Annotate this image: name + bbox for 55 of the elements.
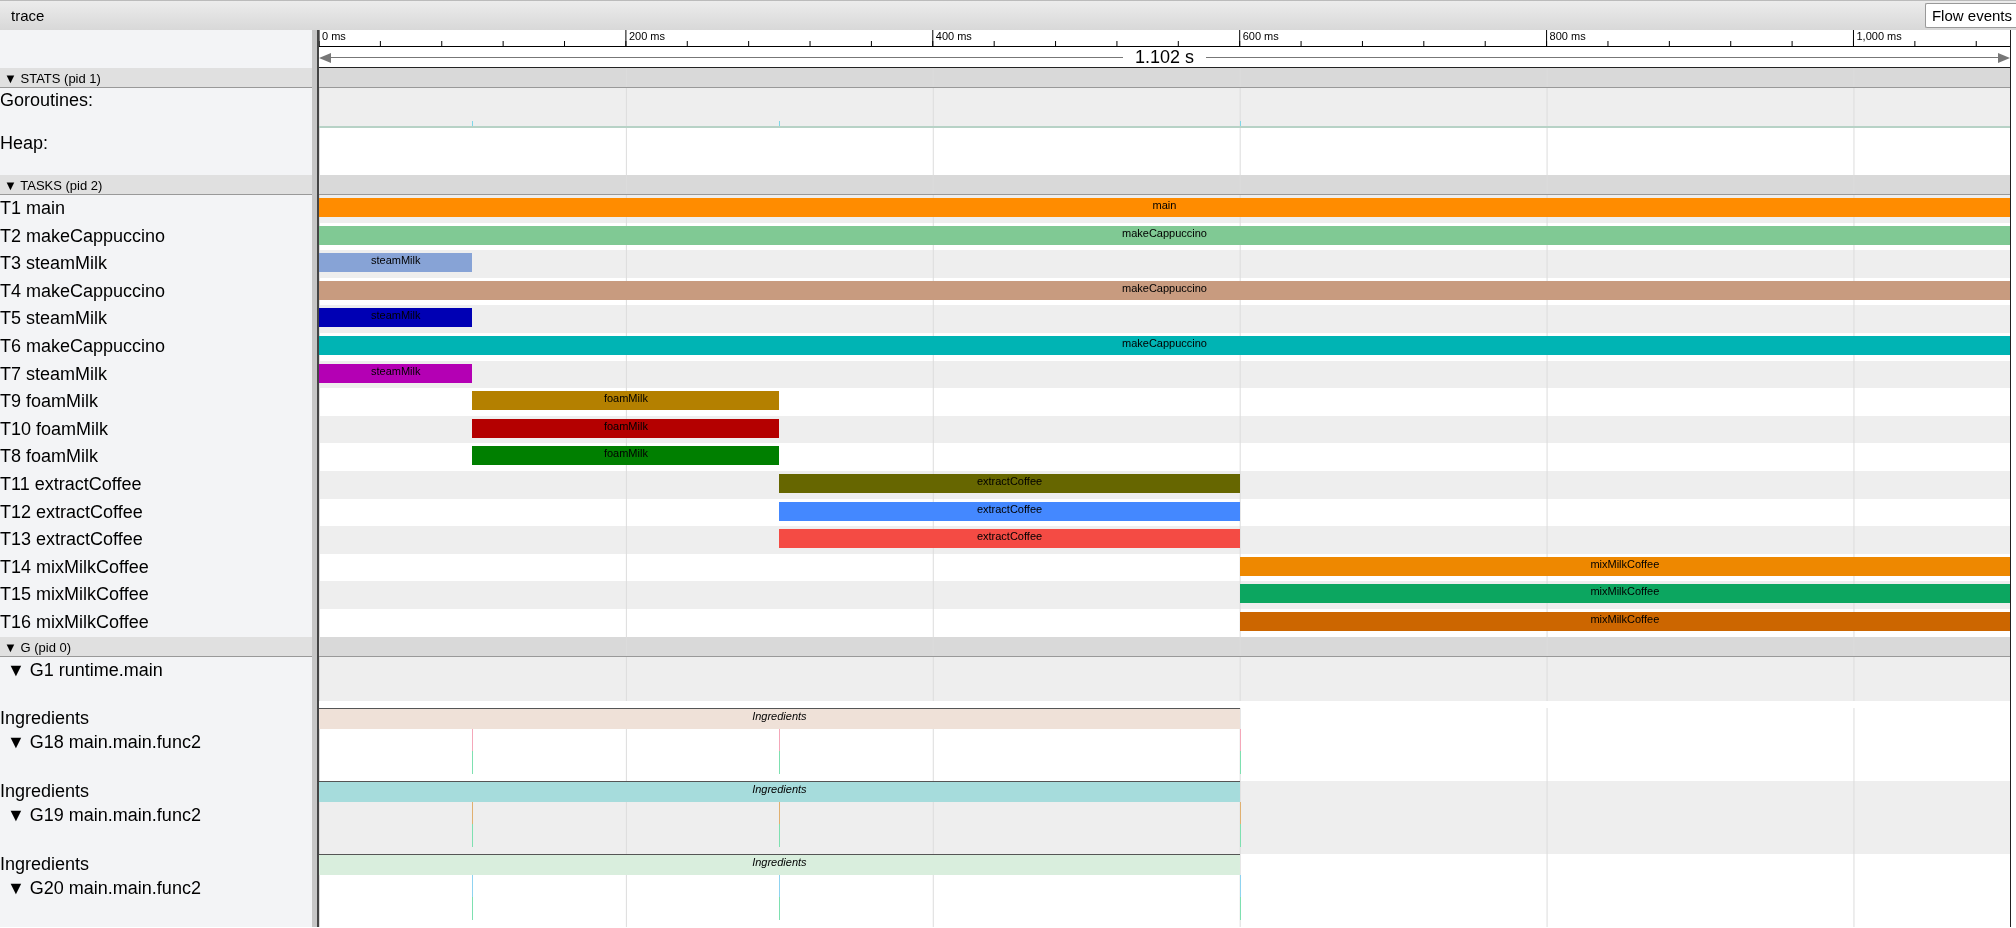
task-slice[interactable]: makeCappuccino [319, 280, 2010, 300]
tick-label: 1,000 ms [1855, 30, 1902, 42]
section-header[interactable]: ▼ G (pid 0) [0, 636, 72, 655]
task-slice[interactable]: mixMilkCoffee [1239, 556, 2010, 576]
track-label: Ingredients [0, 853, 90, 875]
section-header[interactable]: ▼ STATS (pid 1) [0, 68, 101, 86]
goroutine-label[interactable]: ▼ G20 main.main.func2 [0, 874, 201, 899]
track-label: T7 steamMilk [0, 362, 107, 385]
track-label: T2 makeCappuccino [0, 224, 166, 247]
duration-label: 1.102 s [1134, 48, 1196, 67]
splitter-handle[interactable] [312, 874, 319, 927]
tick-label: 600 ms [1241, 30, 1279, 42]
track-label: T6 makeCappuccino [0, 334, 166, 357]
task-slice[interactable]: mixMilkCoffee [1239, 611, 2010, 631]
track-label: T3 steamMilk [0, 252, 107, 275]
section-header[interactable]: ▼ TASKS (pid 2) [0, 175, 103, 193]
track-label: T8 foamMilk [0, 445, 98, 468]
region-slice[interactable]: Ingredients [319, 853, 1240, 875]
splitter-handle[interactable] [312, 30, 319, 68]
track-label: Goroutines: [0, 89, 94, 111]
task-slice[interactable]: mixMilkCoffee [1239, 584, 2010, 604]
task-slice[interactable]: steamMilk [319, 253, 473, 273]
track-label: T1 main [0, 197, 66, 219]
task-slice[interactable]: main [319, 198, 2010, 217]
goroutine-label[interactable]: ▼ G19 main.main.func2 [0, 801, 201, 826]
track-label: Ingredients [0, 780, 90, 802]
track-label: T14 mixMilkCoffee [0, 555, 149, 578]
region-slice[interactable]: Ingredients [319, 780, 1240, 802]
track-label: T12 extractCoffee [0, 500, 143, 523]
track-label: T15 mixMilkCoffee [0, 583, 149, 606]
track-label: T9 foamMilk [0, 390, 98, 413]
tick-label: 400 ms [934, 30, 972, 42]
track-label: T11 extractCoffee [0, 472, 142, 495]
track-label: T13 extractCoffee [0, 528, 143, 551]
task-slice[interactable]: foamMilk [472, 391, 780, 411]
task-slice[interactable]: extractCoffee [779, 501, 1240, 521]
track-label: Ingredients [0, 707, 90, 729]
goroutine-label[interactable]: ▼ G18 main.main.func2 [0, 728, 201, 753]
trace-title: trace [10, 7, 45, 24]
task-slice[interactable]: makeCappuccino [319, 335, 2010, 355]
track-label: T16 mixMilkCoffee [0, 610, 149, 633]
track-label: T10 foamMilk [0, 417, 109, 440]
tick-label: 800 ms [1548, 30, 1586, 42]
track-label: T5 steamMilk [0, 307, 107, 330]
region-slice[interactable]: Ingredients [319, 707, 1240, 729]
tick-label: 0 ms [321, 30, 346, 42]
task-slice[interactable]: steamMilk [319, 363, 473, 383]
tick-label: 200 ms [627, 30, 665, 42]
track-label: Heap: [0, 132, 49, 154]
task-slice[interactable]: makeCappuccino [319, 225, 2010, 245]
flow-events-button[interactable]: Flow events [1924, 3, 2016, 28]
goroutine-label[interactable]: ▼ G1 runtime.main [0, 656, 163, 681]
track-label: T4 makeCappuccino [0, 279, 166, 302]
task-slice[interactable]: extractCoffee [779, 529, 1240, 549]
task-slice[interactable]: foamMilk [472, 446, 780, 466]
